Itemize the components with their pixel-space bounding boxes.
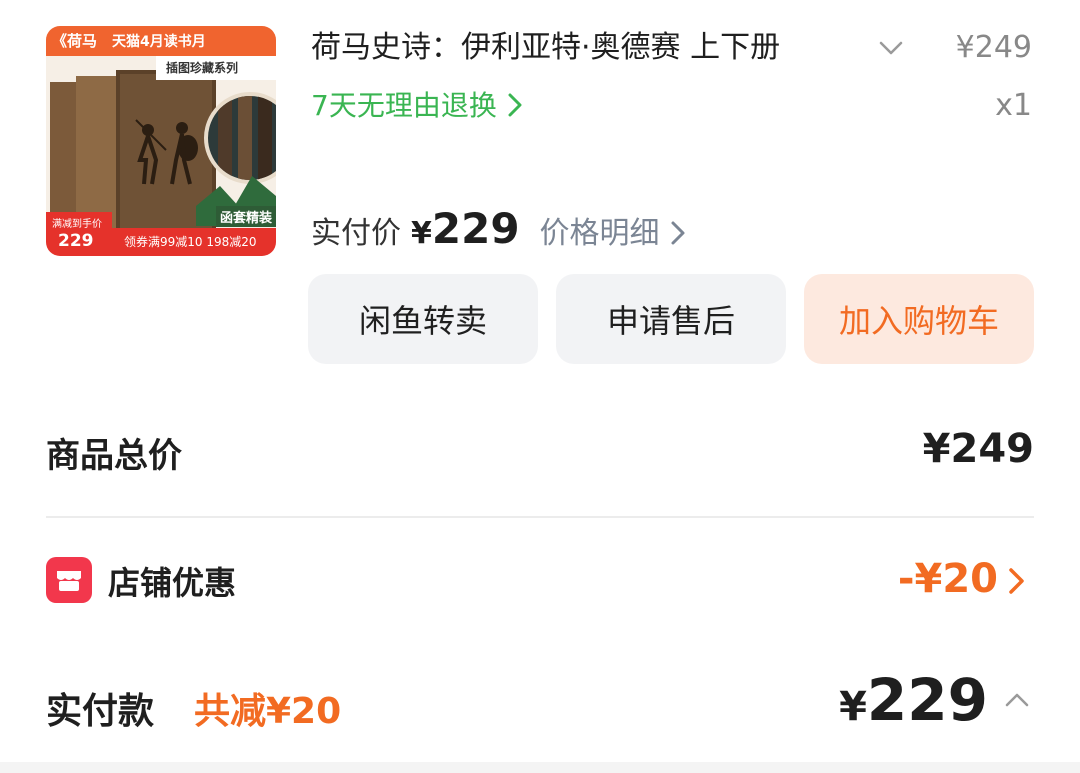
unit-price: ¥249: [955, 30, 1032, 65]
paid-price-row: 实付价 ¥229 价格明细: [311, 204, 688, 260]
goods-total-label: 商品总价: [46, 436, 182, 476]
goods-total-row: 商品总价 ¥249: [46, 420, 1034, 486]
shop-discount-row[interactable]: 店铺优惠 -¥20: [46, 552, 1034, 612]
shop-discount-label: 店铺优惠: [108, 564, 237, 602]
image-price-tag-value: 229: [58, 231, 94, 251]
chevron-up-icon[interactable]: [1002, 686, 1032, 712]
shop-discount-value: -¥20: [897, 556, 998, 602]
shop-icon: [46, 557, 92, 603]
image-coupon-text: 领券满99减10 198减20: [124, 235, 257, 249]
currency-symbol: ¥: [839, 684, 867, 730]
banner-book-title: 《荷马: [52, 32, 98, 50]
currency-symbol: ¥: [411, 216, 432, 251]
price-detail-link[interactable]: 价格明细: [540, 208, 688, 252]
quantity: x1: [995, 88, 1032, 123]
actual-payment-row[interactable]: 实付款 共减¥20 ¥229: [46, 666, 1034, 740]
bottom-separator: [0, 762, 1080, 773]
actual-payment-label: 实付款: [46, 691, 155, 732]
add-to-cart-button[interactable]: 加入购物车: [804, 274, 1034, 364]
return-policy-label: 7天无理由退换: [311, 89, 497, 122]
divider: [46, 516, 1034, 518]
order-item: 《荷马 天猫4月读书月 插图珍藏系列 函套精装 满减到手价 229 领券满99减…: [0, 0, 1080, 380]
chevron-down-icon[interactable]: [876, 33, 906, 63]
box-edition-label: 函套精装: [216, 206, 276, 227]
goods-total-value: ¥249: [922, 426, 1034, 472]
paid-price-amount: 229: [431, 204, 520, 253]
chevron-right-icon: [671, 221, 685, 245]
after-sale-button[interactable]: 申请售后: [556, 274, 786, 364]
image-price-tag-label: 满减到手价: [52, 219, 102, 230]
banner-promo-text: 天猫4月读书月: [112, 34, 206, 50]
resell-button[interactable]: 闲鱼转卖: [308, 274, 538, 364]
chevron-right-icon: [1009, 568, 1024, 594]
series-tag: 插图珍藏系列: [156, 56, 276, 80]
paid-price-value: ¥229: [411, 204, 520, 253]
actual-payment-amount: 229: [866, 666, 988, 734]
product-title[interactable]: 荷马史诗：伊利亚特·奥德赛 上下册: [311, 26, 871, 70]
paid-price-label: 实付价: [311, 216, 401, 251]
total-discount: 共减¥20: [194, 691, 342, 732]
return-policy-link[interactable]: 7天无理由退换: [311, 84, 525, 128]
chevron-right-icon: [508, 93, 522, 117]
product-image[interactable]: 《荷马 天猫4月读书月 插图珍藏系列 函套精装 满减到手价 229 领券满99减…: [46, 26, 276, 256]
price-detail-label: 价格明细: [539, 216, 660, 251]
actual-payment-value: ¥229: [839, 666, 988, 734]
